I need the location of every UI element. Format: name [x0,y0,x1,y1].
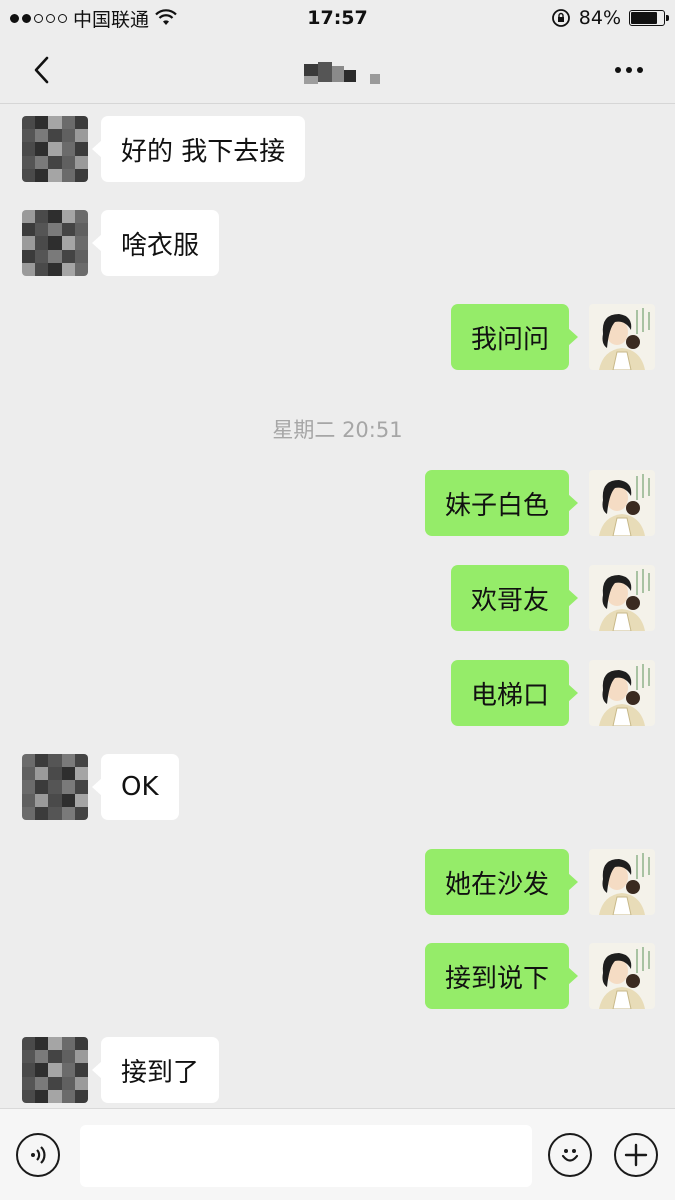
sent-bubble[interactable]: 欢哥友 [450,565,579,631]
my-avatar[interactable] [589,849,655,915]
my-avatar[interactable] [589,470,655,536]
sent-bubble[interactable]: 她在沙发 [424,849,579,915]
plus-icon [624,1143,648,1167]
my-avatar[interactable] [589,565,655,631]
chevron-left-icon [34,56,49,84]
plus-button[interactable] [614,1133,658,1177]
received-message: 接到了 [0,1037,675,1103]
sent-bubble[interactable]: 电梯口 [450,660,579,726]
contact-avatar[interactable] [22,210,88,276]
received-message: 啥衣服 [0,210,675,276]
received-bubble[interactable]: 好的 我下去接 [91,116,306,182]
contact-avatar[interactable] [22,1037,88,1103]
contact-avatar[interactable] [22,116,88,182]
my-avatar[interactable] [589,304,655,370]
back-button[interactable] [22,50,62,90]
wifi-icon [155,9,177,25]
sent-message: 接到说下 [0,943,675,1009]
signal-strength-icon [10,13,67,23]
status-left: 中国联通 [10,5,177,32]
sent-bubble[interactable]: 我问问 [450,304,579,370]
sent-message: 电梯口 [0,660,675,726]
contact-name-pixelated [300,62,390,86]
contact-avatar[interactable] [22,754,88,820]
sent-message: 欢哥友 [0,565,675,631]
sent-message: 妹子白色 [0,470,675,536]
voice-icon [31,1146,46,1164]
message-input[interactable] [80,1125,532,1187]
battery-icon [629,10,669,26]
more-options-button[interactable] [605,50,653,90]
my-avatar[interactable] [589,943,655,1009]
status-bar: 中国联通 17:57 84% [0,0,675,36]
orientation-lock-icon [551,9,570,27]
chat-message-list[interactable]: 好的 我下去接 啥衣服我问问星期二 20:51 妹子白色欢哥友电梯口 OK 她在沙发接到… [0,104,675,1108]
received-bubble[interactable]: OK [92,754,179,820]
received-bubble[interactable]: 接到了 [91,1037,220,1103]
emoji-button[interactable] [548,1133,592,1177]
received-bubble[interactable]: 啥衣服 [91,210,220,276]
sent-bubble[interactable]: 接到说下 [424,943,579,1009]
chat-timestamp: 星期二 20:51 [272,418,403,442]
battery-percent: 84% [578,7,621,29]
sent-bubble[interactable]: 妹子白色 [424,470,579,536]
voice-button[interactable] [16,1133,60,1177]
received-message: OK [0,754,675,820]
carrier-name: 中国联通 [73,8,150,31]
emoji-icon [561,1149,579,1162]
sent-message: 我问问 [0,304,675,370]
status-right: 84% [551,7,669,29]
nav-bar [0,36,675,104]
sent-message: 她在沙发 [0,849,675,915]
my-avatar[interactable] [589,660,655,726]
input-bar [0,1108,675,1200]
more-dots-icon [615,67,621,73]
received-message: 好的 我下去接 [0,116,675,182]
